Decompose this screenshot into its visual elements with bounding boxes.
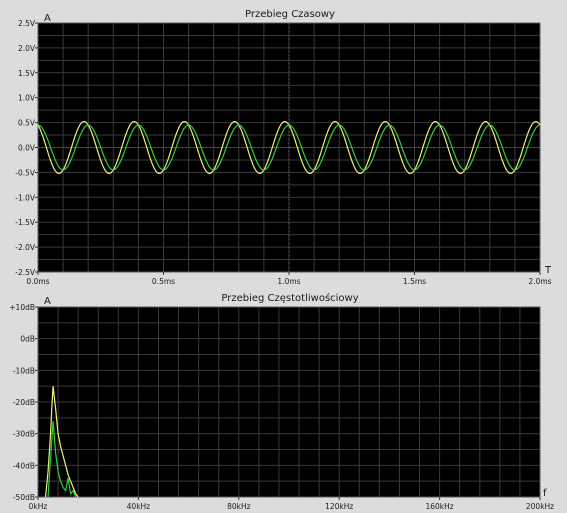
frequency-domain-panel: Przebieg Częstotliwościowy A f +10dB 0dB -… — [9, 292, 554, 511]
freq-x-tick-label: 0kHz — [29, 502, 48, 511]
time-x-tick-label: 2.0ms — [528, 277, 551, 286]
freq-y-tick-label: +10dB — [9, 303, 35, 312]
time-y-tick-label: 2.0V — [18, 44, 36, 53]
freq-x-tick-label: 40kHz — [127, 502, 151, 511]
freq-chart-title: Przebieg Częstotliwościowy — [221, 292, 358, 304]
time-x-tick-label: 0.5ms — [152, 277, 175, 286]
freq-x-tick-label: 160kHz — [425, 502, 453, 511]
time-y-tick-label: 0.5V — [18, 119, 36, 128]
freq-x-tick-label: 120kHz — [325, 502, 353, 511]
freq-y-tick-label: -20dB — [13, 398, 35, 407]
time-y-tick-label: -1.5V — [15, 218, 36, 227]
time-x-tick-label: 1.5ms — [403, 277, 426, 286]
freq-y-tick-label: 0dB — [20, 335, 35, 344]
freq-y-tick-label: -50dB — [13, 493, 35, 502]
time-y-tick-label: -1.0V — [15, 193, 36, 202]
freq-y-axis-symbol: A — [44, 296, 51, 307]
time-chart-title: Przebieg Czasowy — [245, 9, 335, 20]
time-x-tick-label: 1.0ms — [277, 277, 300, 286]
time-x-tick-label: 0.0ms — [26, 277, 49, 286]
time-y-tick-label: -0.5V — [15, 168, 36, 177]
time-y-tick-label: -2.0V — [15, 243, 36, 252]
time-grid — [37, 22, 541, 273]
time-y-tick-label: 1.0V — [18, 94, 36, 103]
time-x-axis-symbol: T — [544, 265, 552, 276]
time-y-tick-label: 2.5V — [18, 19, 36, 28]
time-y-tick-label: 0.0V — [18, 144, 36, 153]
time-y-axis-symbol: A — [44, 13, 51, 24]
freq-x-tick-label: 80kHz — [227, 502, 251, 511]
time-y-tick-label: 1.5V — [18, 69, 36, 78]
freq-x-axis-symbol: f — [543, 488, 547, 499]
freq-y-tick-label: -10dB — [13, 366, 35, 375]
time-domain-panel: Przebieg Czasowy A T 2.5V 2.0V 1.5V 1.0V 0.5… — [15, 9, 552, 286]
time-y-tick-label: -2.5V — [15, 268, 36, 277]
freq-y-tick-label: -40dB — [13, 461, 35, 470]
freq-x-tick-label: 200kHz — [526, 502, 554, 511]
freq-y-tick-label: -30dB — [13, 430, 35, 439]
oscilloscope-display: Przebieg Czasowy A T 2.5V 2.0V 1.5V 1.0V 0.5… — [0, 0, 567, 513]
